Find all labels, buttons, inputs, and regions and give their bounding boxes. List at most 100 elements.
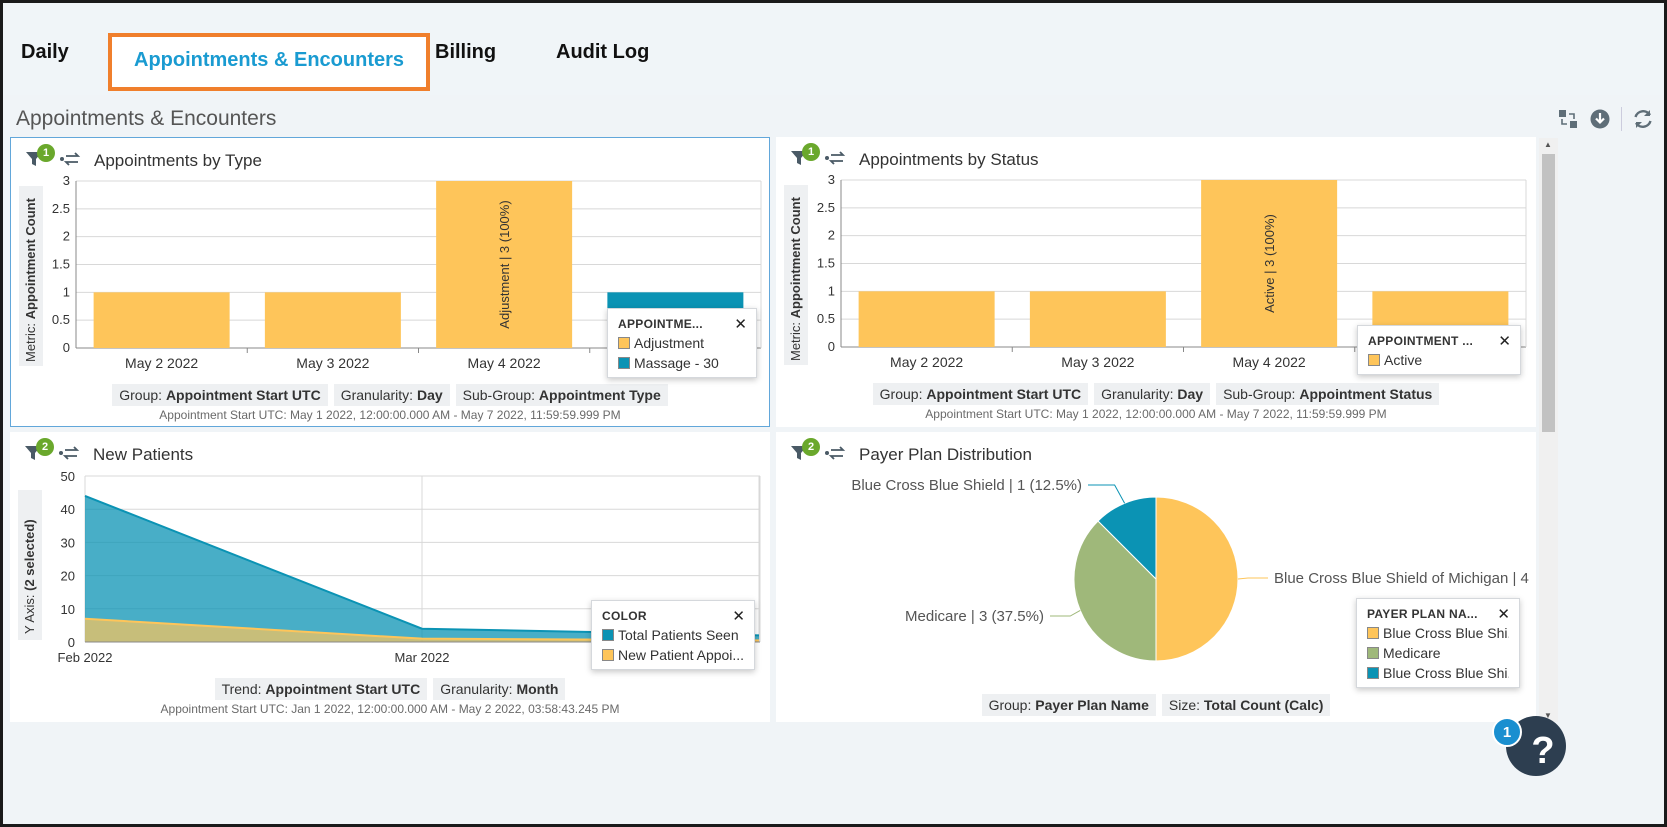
x-tick-label: May 3 2022 [296, 355, 369, 371]
legend-item[interactable]: Blue Cross Blue Shi... [1367, 625, 1509, 641]
legend-title: APPOINTMENT ... [1368, 334, 1474, 348]
swatch [1367, 647, 1379, 659]
legend-item[interactable]: Medicare [1367, 645, 1509, 661]
x-tick-label: May 4 2022 [468, 355, 541, 371]
close-icon[interactable]: ✕ [732, 607, 745, 625]
x-tick-label: May 2 2022 [125, 355, 198, 371]
date-range-text: Appointment Start UTC: May 1 2022, 12:00… [925, 407, 1387, 421]
pie-slice-label: Medicare | 3 (37.5%) [905, 608, 1044, 625]
dashboard-header: Appointments & Encounters [3, 95, 1664, 141]
legend-popover: PAYER PLAN NA... ✕ Blue Cross Blue Shi..… [1356, 598, 1520, 688]
legend-popover: COLOR ✕ Total Patients Seen New Patient … [591, 600, 755, 670]
swatch [618, 337, 630, 349]
legend-item[interactable]: New Patient Appoi... [602, 647, 744, 663]
group-chip[interactable]: Group: Appointment Start UTC [112, 384, 328, 406]
swatch [618, 357, 630, 369]
y-tick-label: 0.5 [817, 311, 835, 326]
tab-audit-log[interactable]: Audit Log [556, 41, 649, 64]
legend-title: PAYER PLAN NA... [1367, 607, 1478, 621]
refresh-icon[interactable] [1632, 108, 1654, 130]
legend-item[interactable]: Adjustment [618, 335, 746, 351]
y-tick-label: 3 [63, 173, 70, 188]
x-tick-label: Feb 2022 [58, 650, 113, 665]
granularity-chip[interactable]: Granularity: Month [433, 678, 566, 700]
trend-chip[interactable]: Trend: Appointment Start UTC [214, 678, 428, 700]
pie-leader-line [1050, 609, 1081, 617]
x-tick-label: May 2 2022 [890, 354, 963, 370]
tab-daily[interactable]: Daily [21, 41, 69, 64]
page-title: Appointments & Encounters [16, 107, 277, 130]
swatch [1367, 667, 1379, 679]
swap-layout-icon[interactable] [1557, 108, 1579, 130]
size-chip[interactable]: Size: Total Count (Calc) [1161, 694, 1331, 716]
pie-slice-label: Blue Cross Blue Shield of Michigan | 4 [1274, 570, 1529, 587]
pie-slice [1155, 496, 1239, 662]
bar-data-label: Active | 3 (100%) [1262, 214, 1277, 313]
help-notification-badge: 1 [1492, 717, 1522, 747]
legend-title: APPOINTME... [618, 317, 703, 331]
y-tick-label: 0 [63, 340, 70, 355]
close-icon[interactable]: ✕ [1498, 332, 1511, 350]
y-tick-label: 1.5 [817, 256, 835, 271]
download-icon[interactable] [1589, 108, 1611, 130]
legend-item[interactable]: Total Patients Seen [602, 627, 744, 643]
date-range-text: Appointment Start UTC: Jan 1 2022, 12:00… [160, 702, 620, 716]
swatch [1367, 627, 1379, 639]
legend-popover: APPOINTME... ✕ Adjustment Massage - 30 [607, 308, 757, 378]
appointments-by-type-panel[interactable]: 1 Appointments by Type Metric: Appointme… [10, 137, 770, 427]
legend-item[interactable]: Blue Cross Blue Shi... [1367, 665, 1509, 681]
bar [858, 291, 995, 347]
bar [264, 292, 401, 348]
bar-data-label: Adjustment | 3 (100%) [497, 200, 512, 328]
y-tick-label: 40 [61, 502, 75, 517]
pie-leader-line [1088, 484, 1126, 504]
y-tick-label: 0 [828, 339, 835, 354]
group-chip[interactable]: Group: Payer Plan Name [981, 694, 1156, 716]
y-tick-label: 50 [61, 469, 75, 484]
group-chip[interactable]: Group: Appointment Start UTC [872, 383, 1089, 405]
x-tick-label: May 4 2022 [1233, 354, 1306, 370]
pie-slice-label: Blue Cross Blue Shield | 1 (12.5%) [851, 477, 1082, 494]
scroll-up-arrow-icon[interactable]: ▲ [1544, 140, 1552, 149]
x-tick-label: May 3 2022 [1061, 354, 1134, 370]
date-range-text: Appointment Start UTC: May 1 2022, 12:00… [159, 408, 621, 422]
granularity-chip[interactable]: Granularity: Day [333, 384, 450, 406]
new-patients-panel[interactable]: 2 New Patients Y Axis: (2 selected) 0 10 2… [10, 432, 770, 722]
tab-bar: Daily Appointments & Encounters Billing … [3, 3, 1664, 95]
subgroup-chip[interactable]: Sub-Group: Appointment Status [1216, 383, 1440, 405]
legend-item[interactable]: Massage - 30 [618, 355, 746, 371]
tab-billing[interactable]: Billing [435, 41, 496, 64]
subgroup-chip[interactable]: Sub-Group: Appointment Type [455, 384, 668, 406]
bar [1029, 291, 1166, 347]
legend-popover: APPOINTMENT ... ✕ Active [1357, 325, 1521, 375]
legend-title: COLOR [602, 609, 647, 623]
y-tick-label: 2 [63, 229, 70, 244]
y-tick-label: 0 [68, 635, 75, 650]
y-tick-label: 0.5 [52, 312, 70, 327]
pie-leader-line [1237, 577, 1268, 580]
bar [93, 292, 230, 348]
swatch [602, 629, 614, 641]
granularity-chip[interactable]: Granularity: Day [1094, 383, 1211, 405]
swatch [1368, 354, 1380, 366]
y-tick-label: 30 [61, 535, 75, 550]
legend-item[interactable]: Active [1368, 352, 1510, 368]
y-tick-label: 1 [828, 283, 835, 298]
vertical-scrollbar[interactable]: ▲ ▼ [1539, 138, 1558, 722]
close-icon[interactable]: ✕ [1497, 605, 1510, 623]
header-divider [1621, 107, 1622, 131]
y-tick-label: 3 [828, 172, 835, 187]
y-tick-label: 1 [63, 284, 70, 299]
payer-plan-distribution-panel[interactable]: 2 Payer Plan Distribution Blue Cross Blu… [776, 432, 1536, 722]
appointments-by-status-panel[interactable]: 1 Appointments by Status Metric: Appoint… [776, 137, 1536, 427]
swatch [602, 649, 614, 661]
tab-appointments-encounters[interactable]: Appointments & Encounters [108, 33, 431, 91]
y-tick-label: 2.5 [817, 200, 835, 215]
question-icon: ? [1531, 729, 1555, 772]
scrollbar-thumb[interactable] [1542, 154, 1555, 432]
y-tick-label: 20 [61, 569, 75, 584]
x-tick-label: Mar 2022 [395, 650, 450, 665]
close-icon[interactable]: ✕ [734, 315, 747, 333]
y-tick-label: 2.5 [52, 201, 70, 216]
y-tick-label: 1.5 [52, 257, 70, 272]
